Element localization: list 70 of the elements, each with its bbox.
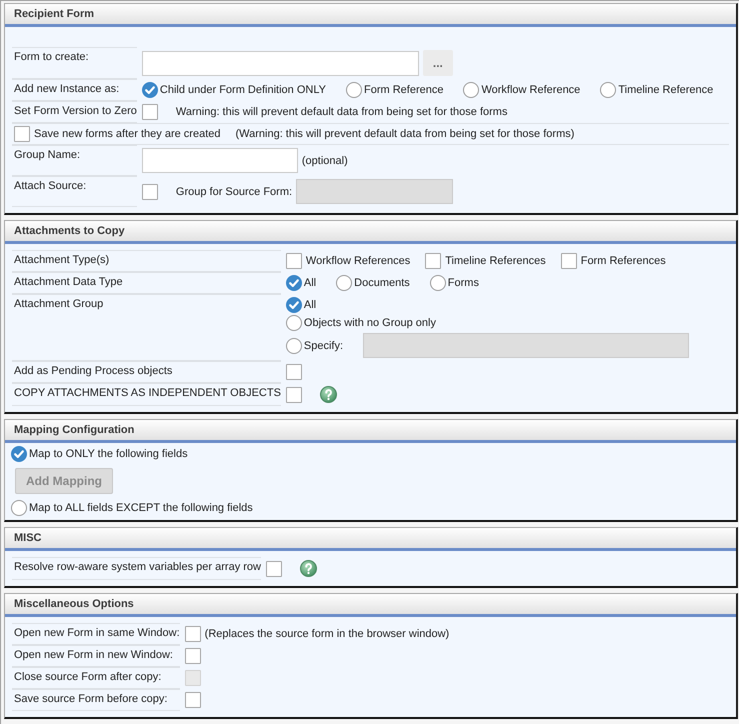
help-icon[interactable] [300, 560, 317, 577]
hint-text: Warning: this will prevent default data from being set for those forms [176, 106, 508, 118]
text-field[interactable] [142, 148, 298, 173]
checkbox[interactable] [266, 560, 282, 576]
field-label: Attachment Type(s) [12, 250, 281, 272]
option-label: Timeline References [445, 255, 546, 267]
radio-button[interactable] [430, 275, 446, 291]
help-icon[interactable] [320, 386, 337, 403]
option-label: All [304, 299, 316, 311]
radio-button[interactable] [286, 297, 302, 313]
radio-button[interactable] [142, 82, 158, 98]
field-label: Attach Source: [12, 176, 137, 207]
radio-button[interactable] [11, 446, 27, 462]
option-label: All [304, 277, 316, 289]
field-label: Add as Pending Process objects [12, 361, 281, 383]
option-label: Form Reference [364, 84, 444, 96]
checkbox[interactable] [14, 126, 30, 142]
checkbox[interactable] [142, 184, 158, 200]
field-label: Form to create: [12, 47, 137, 79]
option-label: Map to ONLY the following fields [29, 448, 188, 460]
field-label: Close source Form after copy: [12, 667, 180, 689]
radio-button[interactable] [600, 82, 616, 98]
checkbox[interactable] [286, 364, 302, 380]
section-header: MISC [5, 528, 736, 551]
option-label: Workflow References [306, 255, 410, 267]
radio-button[interactable] [286, 315, 302, 331]
section-header: Recipient Form [5, 4, 736, 27]
section-header: Attachments to Copy [5, 221, 736, 244]
checkbox[interactable] [184, 692, 201, 708]
radio-button[interactable] [286, 275, 302, 291]
hint-text: (Replaces the source form in the browser window) [204, 628, 450, 640]
option-label: Timeline Reference [618, 84, 714, 96]
field-label: Attachment Group [12, 294, 281, 361]
field-label: Resolve row-aware system variables per array row [12, 557, 261, 580]
text-field[interactable] [142, 50, 419, 76]
option-label: Objects with no Group only [304, 317, 436, 329]
field-label: Open new Form in same Window: [12, 623, 180, 645]
radio-button[interactable] [11, 500, 27, 516]
option-label: Forms [448, 277, 479, 289]
field-label: Save source Form before copy: [12, 689, 180, 711]
radio-button[interactable] [336, 275, 352, 291]
radio-button[interactable] [463, 82, 480, 98]
option-label: Specify: [304, 340, 344, 352]
checkbox[interactable] [560, 253, 577, 269]
section-header: Mapping Configuration [5, 420, 736, 443]
field-label: Attachment Data Type [12, 272, 281, 294]
radio-button[interactable] [346, 82, 362, 98]
hint-text: (optional) [302, 154, 348, 166]
option-label: Documents [354, 277, 410, 289]
field-label: Group Name: [12, 145, 137, 176]
option-label: Child under Form Definition ONLY [160, 84, 326, 96]
checkbox[interactable] [286, 253, 302, 269]
option-label: Save new forms after they are created [34, 128, 220, 140]
field-label: COPY ATTACHMENTS AS INDEPENDENT OBJECTS [12, 383, 281, 406]
option-label: Workflow Reference [481, 84, 580, 96]
radio-button[interactable] [286, 338, 302, 354]
checkbox[interactable] [286, 386, 302, 402]
checkbox[interactable] [142, 104, 158, 120]
hint-text: Group for Source Form: [176, 186, 292, 198]
field-label: Add new Instance as: [12, 79, 137, 101]
checkbox[interactable] [425, 253, 442, 269]
field-label: Open new Form in new Window: [12, 645, 180, 667]
section-header: Miscellaneous Options [5, 594, 736, 617]
action-button[interactable]: ... [422, 50, 453, 76]
option-label: Map to ALL fields EXCEPT the following fields [29, 502, 253, 514]
checkbox[interactable] [184, 626, 201, 642]
hint-text: (Warning: this will prevent default data from being set for those forms) [235, 128, 574, 140]
field-label: Set Form Version to Zero [12, 101, 137, 123]
option-label: Form References [580, 255, 666, 267]
checkbox[interactable] [184, 648, 201, 664]
